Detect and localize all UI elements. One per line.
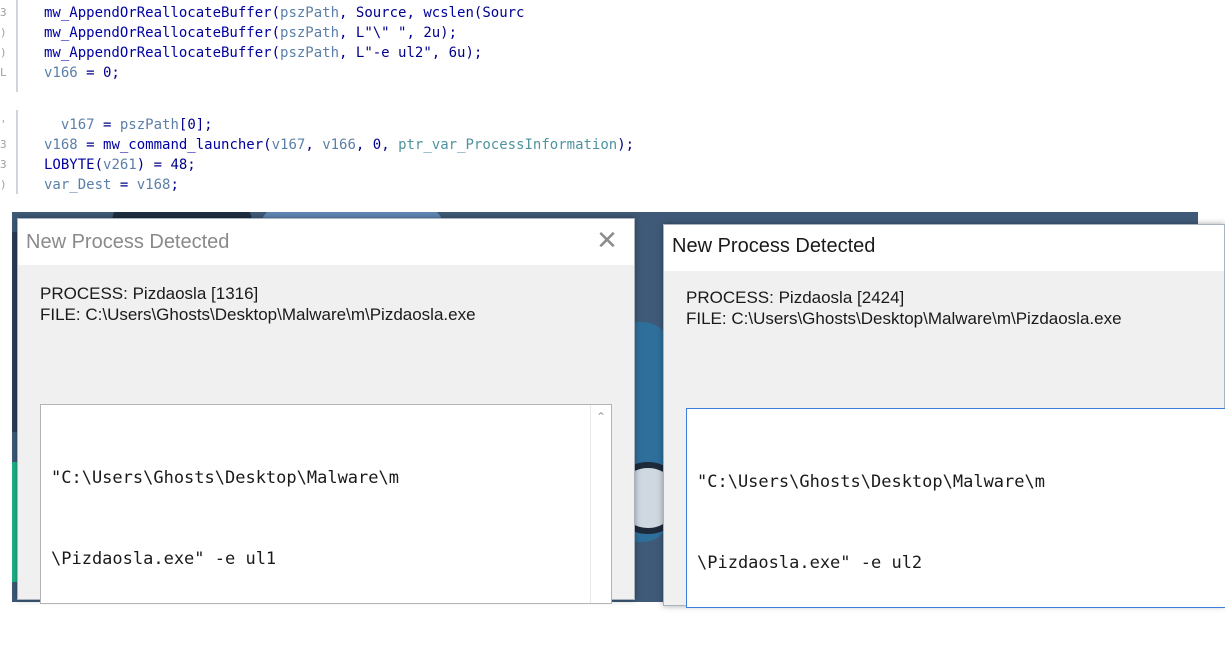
code-snippet-bottom: ' v167 = pszPath[0]; 3 v168 = mw_command_l… — [0, 110, 1225, 194]
code-token: v168 — [136, 177, 171, 193]
code-text: mw_AppendOrReallocateBuffer(pszPath, L"-… — [44, 43, 482, 63]
code-token: ( — [94, 157, 104, 173]
code-token: mw_AppendOrReallocateBuffer — [44, 25, 272, 41]
code-text: v167 = pszPath[0]; — [44, 115, 213, 135]
code-text: mw_AppendOrReallocateBuffer(pszPath, L"\… — [44, 23, 457, 43]
code-token: ( — [271, 25, 281, 41]
code-token: [0]; — [178, 117, 213, 133]
file-line: FILE: C:\Users\Ghosts\Desktop\Malware\m\… — [686, 309, 1122, 328]
code-token: pszPath — [119, 117, 179, 133]
code-token: ; — [170, 177, 179, 193]
dialog-title: New Process Detected — [672, 235, 876, 257]
code-token: mw_AppendOrReallocateBuffer — [44, 5, 272, 21]
code-text: var_Dest = v168; — [44, 175, 179, 194]
code-token: = — [77, 137, 104, 153]
process-info: PROCESS: Pizdaosla [2424] FILE: C:\Users… — [686, 287, 1122, 329]
code-token: ( — [271, 45, 281, 61]
process-dialog-right: New Process Detected PROCESS: Pizdaosla … — [663, 224, 1225, 608]
code-token: v166 — [322, 137, 356, 153]
process-info: PROCESS: Pizdaosla [1316] FILE: C:\Users… — [40, 283, 476, 325]
code-token: , — [305, 137, 323, 153]
code-snippet-top: 3 mw_AppendOrReallocateBuffer(pszPath, So… — [0, 0, 1225, 92]
code-line: 3 LOBYTE(v261) = 48; — [0, 155, 1225, 175]
dialog-titlebar[interactable]: New Process Detected ✕ — [18, 219, 634, 265]
command-line-text-2: \Pizdaosla.exe" -e ul1 — [51, 549, 277, 569]
code-line: 3 v168 = mw_command_launcher(v167, v166, … — [0, 135, 1225, 155]
process-dialog-left: New Process Detected ✕ PROCESS: Pizdaosl… — [17, 218, 635, 604]
code-token: ) = 48; — [136, 157, 196, 173]
code-token: LOBYTE — [44, 157, 95, 173]
line-gutter-mark: ) — [0, 26, 7, 39]
code-token: , 0, — [355, 137, 399, 153]
command-line-text-1: "C:\Users\Ghosts\Desktop\Malware\m — [51, 468, 399, 488]
line-gutter-mark: 3 — [0, 6, 7, 19]
code-token: = — [94, 117, 120, 133]
line-gutter-mark: L — [0, 66, 7, 79]
code-token: = 0; — [77, 65, 120, 81]
code-token: ); — [617, 137, 635, 153]
code-token: , L"-e ul2", 6u); — [339, 45, 483, 61]
close-icon[interactable]: ✕ — [594, 227, 620, 253]
command-line-textbox[interactable]: "C:\Users\Ghosts\Desktop\Malware\m \Pizd… — [40, 404, 612, 604]
dialog-title: New Process Detected — [26, 231, 230, 253]
dialog-titlebar[interactable]: New Process Detected — [664, 225, 1224, 271]
code-token: v261 — [103, 157, 137, 173]
code-text: v168 = mw_command_launcher(v167, v166, 0… — [44, 135, 634, 155]
code-line: 3 mw_AppendOrReallocateBuffer(pszPath, So… — [0, 3, 1225, 23]
process-line: PROCESS: Pizdaosla [2424] — [686, 288, 905, 307]
code-text: v166 = 0; — [44, 63, 120, 83]
line-gutter-mark: ) — [0, 46, 7, 59]
code-line: Lv166 = 0; — [0, 63, 1225, 83]
code-token: mw_command_launcher — [103, 137, 264, 153]
code-line: ' v167 = pszPath[0]; — [0, 115, 1225, 135]
file-line: FILE: C:\Users\Ghosts\Desktop\Malware\m\… — [40, 305, 476, 324]
code-token: , Source, — [339, 5, 424, 21]
command-line-textbox[interactable]: "C:\Users\Ghosts\Desktop\Malware\m \Pizd… — [686, 408, 1225, 608]
code-line: ) mw_AppendOrReallocateBuffer(pszPath, L"… — [0, 43, 1225, 63]
line-gutter-mark: 3 — [0, 138, 7, 151]
code-token: v166 — [44, 65, 78, 81]
code-token: ( — [263, 137, 272, 153]
code-token: , L"\" ", 2u); — [339, 25, 458, 41]
command-line-text-1: "C:\Users\Ghosts\Desktop\Malware\m — [697, 472, 1045, 492]
code-token: pszPath — [280, 45, 340, 61]
code-line: ) var_Dest = v168; — [0, 175, 1225, 194]
code-token: pszPath — [280, 5, 340, 21]
code-token: wcslen — [423, 5, 474, 21]
code-token: (Sourc — [473, 5, 525, 21]
process-line: PROCESS: Pizdaosla [1316] — [40, 284, 259, 303]
code-text: LOBYTE(v261) = 48; — [44, 155, 196, 175]
scrollbar[interactable]: ⌃ — [590, 405, 611, 603]
code-line: ) mw_AppendOrReallocateBuffer(pszPath, L"… — [0, 23, 1225, 43]
line-gutter-mark: 3 — [0, 158, 7, 171]
code-token: var_Dest — [44, 177, 112, 193]
code-token: ( — [271, 5, 281, 21]
code-token: pszPath — [280, 25, 340, 41]
scroll-up-icon[interactable]: ⌃ — [593, 409, 609, 425]
command-line-text-2: \Pizdaosla.exe" -e ul2 — [697, 553, 923, 573]
code-token: v167 — [271, 137, 306, 153]
code-token: v168 — [44, 137, 78, 153]
code-text: mw_AppendOrReallocateBuffer(pszPath, Sou… — [44, 3, 524, 23]
code-token: = — [111, 177, 137, 193]
code-token: mw_AppendOrReallocateBuffer — [44, 45, 272, 61]
line-gutter-mark: ' — [0, 118, 7, 131]
line-gutter-mark: ) — [0, 178, 7, 191]
code-token: ptr_var_ProcessInformation — [398, 137, 618, 153]
code-token: v167 — [60, 117, 95, 133]
